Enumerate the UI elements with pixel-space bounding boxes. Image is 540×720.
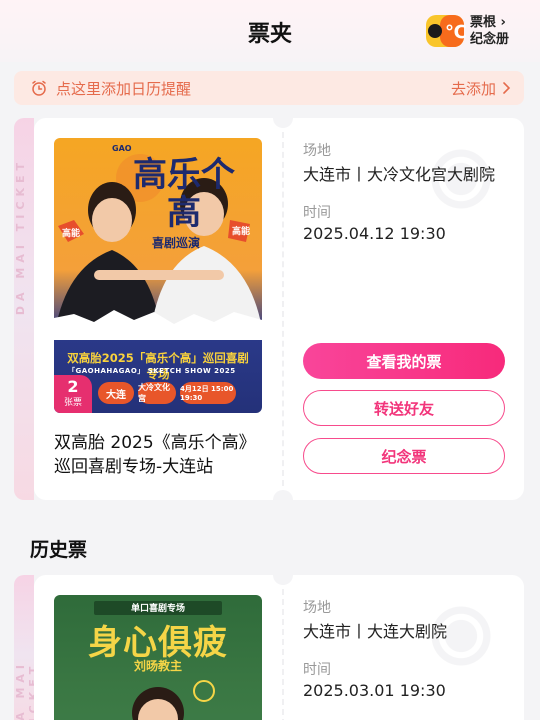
poster-city-pill: 大连 xyxy=(98,382,134,404)
ticket-count-unit: 张票 xyxy=(63,398,82,408)
history-section-title: 历史票 xyxy=(30,539,88,561)
history-time-label: 时间 xyxy=(303,662,331,678)
poster-side-tag-left: 高能 xyxy=(62,229,81,239)
history-ticket-side-text: DA MAI TICKET xyxy=(14,659,34,720)
poster-venue-pill: 大冷文化宫 xyxy=(138,382,176,404)
ticket-notch-bottom xyxy=(273,490,293,510)
album-entry-line2: 纪念册 xyxy=(470,32,510,47)
top-bar: 票夹 ℃ 票根 › 纪念册 xyxy=(0,0,540,62)
poster-top-tag: GAO xyxy=(112,144,132,153)
current-ticket-card[interactable]: GAO 高乐个高 喜剧巡演 高能 高能 双高胎2025「高乐个高」巡回喜剧专场 … xyxy=(34,108,524,510)
event-title[interactable]: 双高胎 2025《高乐个高》巡回喜剧专场-大连站 xyxy=(54,431,269,479)
album-entry-line1: 票根 › xyxy=(470,15,506,30)
souvenir-ticket-button[interactable]: 纪念票 xyxy=(303,438,505,474)
souvenir-album-entry[interactable]: ℃ 票根 › 纪念册 xyxy=(424,10,526,52)
chevron-right-icon xyxy=(503,82,511,94)
poster-side-tag-right: 高能 xyxy=(232,227,251,237)
history-venue-label: 场地 xyxy=(303,600,331,616)
venue-label: 场地 xyxy=(303,143,331,159)
history-poster-subtitle: 刘旸教主 xyxy=(133,659,182,673)
view-my-ticket-button[interactable]: 查看我的票 xyxy=(303,343,505,379)
ticket-count-badge: 2 张票 xyxy=(54,375,92,413)
ticket-stub-edge: DA MAI TICKET xyxy=(14,118,34,500)
souvenir-album-logo-icon: ℃ xyxy=(424,12,467,50)
svg-text:℃: ℃ xyxy=(445,22,466,43)
history-event-poster[interactable]: 单口喜剧专场 身心俱疲 刘旸教主 xyxy=(54,595,262,720)
ticket-count: 2 xyxy=(67,377,79,396)
ticket-perforation xyxy=(282,132,284,486)
history-poster-tag: 单口喜剧专场 xyxy=(130,604,185,614)
transfer-to-friend-button[interactable]: 转送好友 xyxy=(303,390,505,426)
ticket-notch-top xyxy=(273,108,293,128)
history-venue-value: 大连市丨大连大剧院 xyxy=(303,622,448,641)
history-ticket-card[interactable]: 单口喜剧专场 身心俱疲 刘旸教主 场地 大连市丨大连大剧院 时间 2025.03… xyxy=(34,565,524,720)
poster-show-line: 「GAOHAHAGAO」 SKETCH SHOW 2025 xyxy=(68,367,236,375)
history-time-value: 2025.03.01 19:30 xyxy=(303,681,446,700)
poster-subtitle: 喜剧巡演 xyxy=(152,236,201,250)
ticket-side-text: DA MAI TICKET xyxy=(14,158,27,316)
poster-title: 高乐个高 xyxy=(133,155,235,233)
history-ticket-perforation xyxy=(282,589,284,720)
venue-value: 大连市丨大冷文化宫大剧院 xyxy=(303,165,496,184)
time-value: 2025.04.12 19:30 xyxy=(303,224,446,243)
history-ticket-stub-edge: DA MAI TICKET xyxy=(14,575,34,720)
add-reminder-button[interactable]: 去添加 xyxy=(451,78,512,99)
poster-date-pill: 4月12日 15:00 19:30 xyxy=(180,382,236,404)
add-reminder-label: 去添加 xyxy=(450,79,496,98)
time-label: 时间 xyxy=(303,205,331,221)
calendar-reminder-bar[interactable]: 点这里添加日历提醒 去添加 xyxy=(14,71,524,105)
history-ticket-notch-top xyxy=(273,565,293,585)
reminder-label: 点这里添加日历提醒 xyxy=(56,79,192,98)
alarm-clock-icon xyxy=(32,80,46,96)
event-poster[interactable]: GAO 高乐个高 喜剧巡演 高能 高能 双高胎2025「高乐个高」巡回喜剧专场 … xyxy=(54,138,262,413)
